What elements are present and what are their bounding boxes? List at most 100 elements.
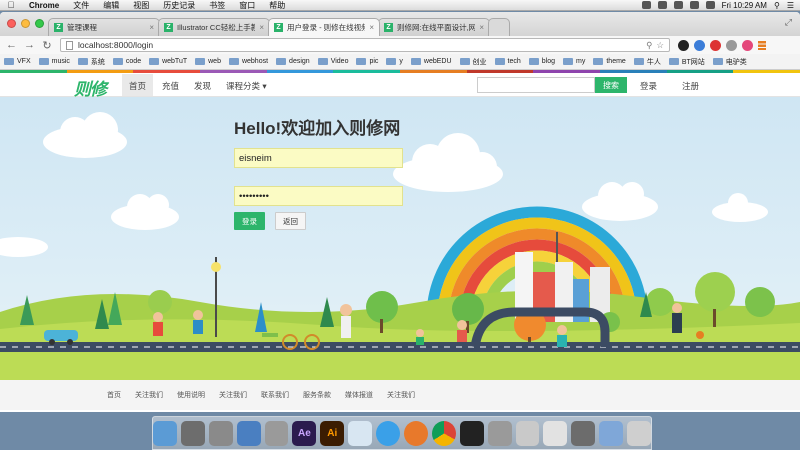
minimize-window-button[interactable] — [21, 19, 30, 28]
apple-icon[interactable]:  — [0, 0, 22, 10]
extension-pink-icon[interactable] — [742, 39, 753, 51]
bookmark-folder[interactable]: design — [276, 58, 310, 65]
bookmark-folder[interactable]: BT网站 — [668, 57, 705, 67]
bookmark-star-icon[interactable]: ☆ — [656, 40, 664, 51]
menu-history[interactable]: 历史记录 — [156, 0, 202, 11]
extension-chat-icon[interactable] — [694, 39, 705, 51]
username-input[interactable]: eisneim — [234, 148, 403, 168]
tab-zexiu-home[interactable]: Z 则修网:在线平面设计,网站开发 × — [378, 18, 490, 36]
menu-help[interactable]: 帮助 — [262, 0, 292, 11]
mission-control-icon[interactable] — [208, 421, 233, 446]
fullscreen-icon[interactable]: ⤢ — [785, 17, 792, 28]
system-preferences-icon[interactable] — [264, 421, 289, 446]
tab-illustrator-course[interactable]: Z Illustrator CC轻松上手教程 × — [158, 18, 270, 36]
list-icon[interactable]: ☰ — [787, 1, 794, 10]
trash-icon[interactable] — [627, 421, 652, 446]
footer-link-home[interactable]: 首页 — [107, 390, 121, 400]
nav-discover[interactable]: 发现 — [194, 80, 211, 92]
tab-close-icon[interactable]: × — [369, 23, 374, 32]
tab-close-icon[interactable]: × — [149, 23, 154, 32]
wifi-icon[interactable] — [673, 1, 683, 9]
menu-app[interactable]: Chrome — [22, 1, 66, 10]
bookmark-folder[interactable]: VFX — [4, 58, 31, 65]
clock[interactable]: Fri 10:29 AM — [722, 1, 767, 10]
extension-gray-icon[interactable] — [726, 39, 737, 51]
magnifier-icon[interactable]: ⚲ — [646, 40, 652, 51]
new-tab-button[interactable] — [488, 18, 510, 36]
back-button[interactable]: 返回 — [275, 212, 306, 230]
firefox-icon[interactable] — [404, 421, 428, 446]
menu-window[interactable]: 窗口 — [232, 0, 262, 11]
password-input[interactable]: ••••••••• — [234, 186, 403, 206]
menu-file[interactable]: 文件 — [66, 0, 96, 11]
finder-icon[interactable] — [152, 421, 177, 446]
bluetooth-icon[interactable] — [657, 1, 667, 9]
bookmark-folder[interactable]: blog — [528, 58, 555, 65]
battery-icon[interactable] — [705, 1, 715, 9]
back-arrow-icon[interactable]: ← — [6, 39, 17, 51]
nav-recharge[interactable]: 充值 — [162, 80, 179, 92]
bookmark-folder[interactable]: code — [112, 58, 141, 65]
extension-red-icon[interactable] — [710, 39, 721, 51]
tab-manage-courses[interactable]: Z 管理课程 × — [48, 18, 160, 36]
settings-icon[interactable] — [571, 421, 596, 446]
utility-icon[interactable] — [543, 421, 568, 446]
bookmark-folder[interactable]: webTuT — [149, 58, 187, 65]
database-icon[interactable] — [515, 421, 540, 446]
footer-link-terms[interactable]: 服务条款 — [303, 390, 331, 400]
tab-close-icon[interactable]: × — [259, 23, 264, 32]
footer-link-follow[interactable]: 关注我们 — [219, 390, 247, 400]
forward-arrow-icon[interactable]: → — [24, 39, 35, 51]
reload-icon[interactable]: ↻ — [42, 39, 52, 52]
bookmark-folder[interactable]: my — [563, 58, 585, 65]
dropbox-icon[interactable] — [641, 1, 651, 9]
illustrator-icon[interactable]: Ai — [320, 421, 345, 446]
nav-home[interactable]: 首页 — [122, 74, 154, 96]
footer-link-follow[interactable]: 关注我们 — [135, 390, 163, 400]
register-link[interactable]: 注册 — [682, 80, 699, 92]
menu-icon[interactable] — [758, 40, 766, 50]
menu-edit[interactable]: 编辑 — [96, 0, 126, 11]
nav-course-categories[interactable]: 课程分类 ▾ — [226, 80, 267, 92]
bookmark-folder[interactable]: y — [386, 58, 403, 65]
sublime-icon[interactable] — [487, 421, 512, 446]
footer-link-media[interactable]: 媒体报道 — [345, 390, 373, 400]
after-effects-icon[interactable]: Ae — [292, 421, 317, 446]
bookmark-folder[interactable]: pic — [356, 58, 378, 65]
bookmark-folder[interactable]: 系统 — [77, 57, 105, 67]
menu-bookmarks[interactable]: 书签 — [202, 0, 232, 11]
bookmark-folder[interactable]: music — [38, 58, 70, 65]
login-link[interactable]: 登录 — [640, 80, 657, 92]
site-search-input[interactable] — [477, 77, 595, 93]
bookmark-folder[interactable]: 电驴类 — [712, 57, 747, 67]
bookmark-folder[interactable]: theme — [593, 58, 626, 65]
login-submit-button[interactable]: 登录 — [234, 212, 265, 230]
safari-icon[interactable] — [376, 421, 400, 446]
menu-view[interactable]: 视图 — [126, 0, 156, 11]
search-icon[interactable]: ⚲ — [774, 1, 780, 10]
downloads-folder-icon[interactable] — [599, 421, 624, 446]
bookmark-folder[interactable]: tech — [494, 58, 521, 65]
terminal-icon[interactable] — [459, 421, 484, 446]
volume-icon[interactable] — [689, 1, 699, 9]
footer-link-guide[interactable]: 使用说明 — [177, 390, 205, 400]
tab-user-login[interactable]: Z 用户登录 - 则修在线视频培训 × — [268, 18, 380, 36]
zoom-window-button[interactable] — [35, 19, 44, 28]
site-search-button[interactable]: 搜索 — [595, 77, 627, 93]
extension-dark-icon[interactable] — [678, 39, 689, 51]
address-bar[interactable]: localhost:8000/login ⚲ ☆ — [60, 38, 670, 52]
footer-link-contact[interactable]: 联系我们 — [261, 390, 289, 400]
close-window-button[interactable] — [7, 19, 16, 28]
bookmark-folder[interactable]: 牛人 — [633, 57, 661, 67]
chrome-icon[interactable] — [431, 421, 456, 446]
bookmark-folder[interactable]: webEDU — [410, 58, 452, 65]
preview-icon[interactable] — [236, 421, 261, 446]
bookmark-folder[interactable]: Video — [317, 58, 348, 65]
bookmark-folder[interactable]: 创业 — [459, 57, 487, 67]
mail-icon[interactable] — [348, 421, 373, 446]
bookmark-folder[interactable]: webhost — [228, 58, 268, 65]
footer-link-follow[interactable]: 关注我们 — [387, 390, 415, 400]
launchpad-icon[interactable] — [180, 421, 205, 446]
address-url[interactable]: localhost:8000/login — [78, 40, 641, 50]
bookmark-folder[interactable]: web — [195, 58, 221, 65]
